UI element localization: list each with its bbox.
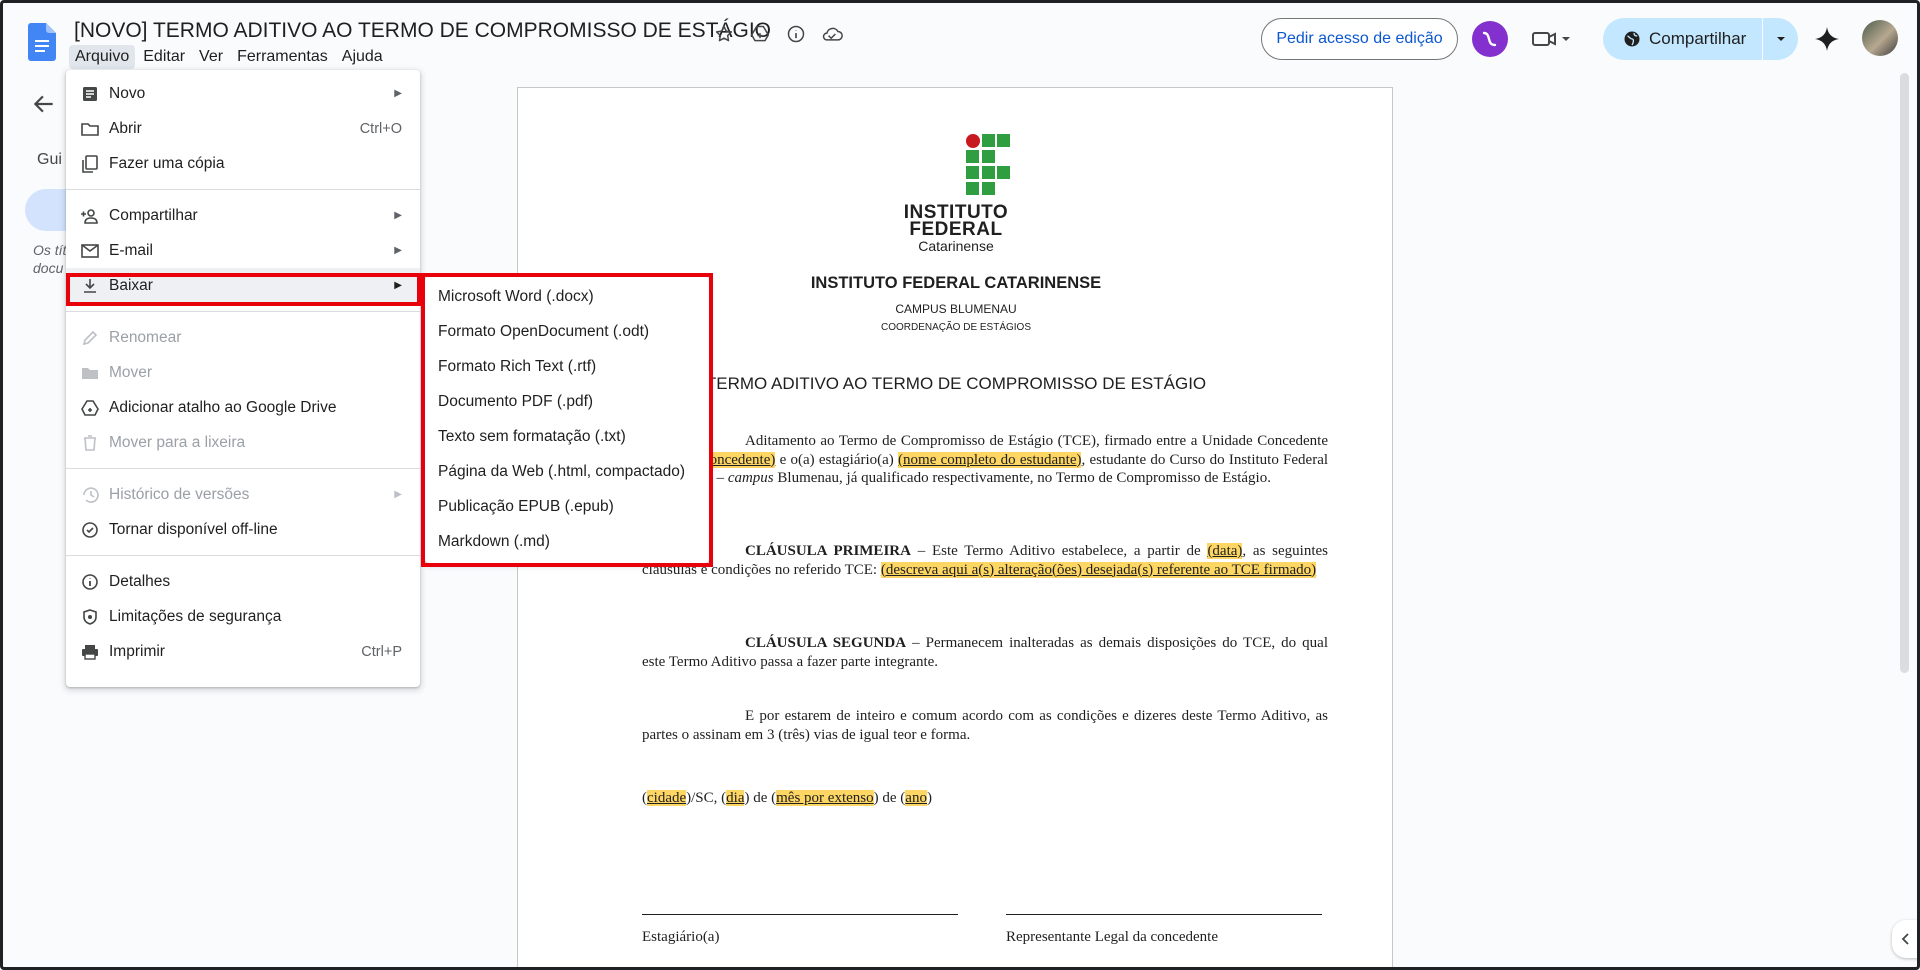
paragraph-clausula-primeira: CLÁUSULA PRIMEIRA – Este Termo Aditivo e… <box>642 543 1329 578</box>
paragraph-clausula-segunda: CLÁUSULA SEGUNDA – Permanecem inalterada… <box>642 635 1328 670</box>
request-edit-access-button[interactable]: Pedir acesso de edição <box>1261 18 1458 60</box>
move-to-drive-icon[interactable] <box>747 21 773 47</box>
doc-icon <box>80 84 100 104</box>
pencil-icon <box>80 328 100 348</box>
paragraph-aditamento: Aditamento ao Termo de Compromisso de Es… <box>642 432 1328 488</box>
submenu-arrow-icon: ▶ <box>394 245 402 256</box>
meet-button[interactable] <box>1531 23 1583 55</box>
person-add-icon <box>80 206 100 226</box>
download-icon <box>80 276 100 296</box>
submenu-arrow-icon: ▶ <box>394 210 402 221</box>
cloud-saved-icon[interactable] <box>819 21 845 47</box>
signature-line-estagiario <box>642 914 958 915</box>
placeholder-mes: mês por extenso <box>776 790 874 806</box>
menu-separator <box>66 468 420 469</box>
menu-ferramentas[interactable]: Ferramentas <box>231 45 334 69</box>
info-icon <box>80 572 100 592</box>
share-button-group: Compartilhar <box>1603 18 1799 60</box>
paragraph-local-data: (cidade)/SC, (dia) de (mês por extenso) … <box>642 790 932 806</box>
menu-ajuda[interactable]: Ajuda <box>336 45 389 69</box>
menu-item-baixar[interactable]: Baixar ▶ <box>66 268 420 303</box>
submenu-arrow-icon: ▶ <box>394 280 402 291</box>
menu-item-fazer-copia[interactable]: Fazer uma cópia <box>66 146 420 181</box>
folder-icon <box>80 119 100 139</box>
menu-editar[interactable]: Editar <box>137 45 191 69</box>
offline-icon <box>80 520 100 540</box>
chevron-down-icon <box>1776 37 1785 41</box>
share-dropdown-button[interactable] <box>1762 18 1798 60</box>
globe-icon <box>1624 31 1640 47</box>
menu-item-imprimir[interactable]: Imprimir Ctrl+P <box>66 634 420 669</box>
document-title[interactable]: [NOVO] TERMO ADITIVO AO TERMO DE COMPROM… <box>74 19 771 43</box>
menu-item-historico: Histórico de versões ▶ <box>66 477 420 512</box>
back-arrow-icon[interactable] <box>31 91 57 117</box>
menu-item-detalhes[interactable]: Detalhes <box>66 564 420 599</box>
drive-add-icon <box>80 398 100 418</box>
menu-item-adicionar-atalho[interactable]: Adicionar atalho ao Google Drive <box>66 390 420 425</box>
placeholder-data: (data) <box>1207 543 1243 559</box>
menu-item-renomear: Renomear <box>66 320 420 355</box>
placeholder-dia: dia <box>726 790 745 806</box>
menu-item-abrir[interactable]: Abrir Ctrl+O <box>66 111 420 146</box>
side-panel-toggle-button[interactable] <box>1892 920 1917 958</box>
share-label: Compartilhar <box>1649 29 1747 48</box>
history-icon <box>80 485 100 505</box>
menu-separator <box>66 311 420 312</box>
signature-label-estagiario: Estagiário(a) <box>642 929 720 945</box>
gemini-spark-icon[interactable] <box>1813 25 1841 53</box>
chevron-left-icon <box>1901 933 1909 945</box>
menu-arquivo[interactable]: Arquivo <box>69 45 136 69</box>
download-odt[interactable]: Formato OpenDocument (.odt) <box>425 314 709 349</box>
paragraph-acordo: E por estarem de inteiro e comum acordo … <box>642 708 1328 743</box>
printer-icon <box>80 642 100 662</box>
download-html[interactable]: Página da Web (.html, compactado) <box>425 454 709 489</box>
chevron-down-icon <box>1562 37 1570 41</box>
menu-item-email[interactable]: E-mail ▶ <box>66 233 420 268</box>
menu-separator <box>66 555 420 556</box>
menu-item-limitacoes-seguranca[interactable]: Limitações de segurança <box>66 599 420 634</box>
menu-bar: Arquivo Editar Ver Ferramentas Ajuda <box>69 45 389 69</box>
vertical-scrollbar[interactable] <box>1900 73 1909 673</box>
logo-text-catarinense: Catarinense <box>918 238 994 254</box>
placeholder-ano: ano <box>905 790 927 806</box>
submenu-arrow-icon: ▶ <box>394 88 402 99</box>
menu-item-offline[interactable]: Tornar disponível off-line <box>66 512 420 547</box>
download-md[interactable]: Markdown (.md) <box>425 524 709 559</box>
download-submenu: Microsoft Word (.docx) Formato OpenDocum… <box>425 277 709 563</box>
download-pdf[interactable]: Documento PDF (.pdf) <box>425 384 709 419</box>
video-camera-icon <box>1532 32 1556 46</box>
menu-item-compartilhar[interactable]: Compartilhar ▶ <box>66 198 420 233</box>
download-rtf[interactable]: Formato Rich Text (.rtf) <box>425 349 709 384</box>
ifc-logo <box>966 134 1010 195</box>
title-actions <box>711 21 845 47</box>
account-avatar[interactable] <box>1862 20 1898 56</box>
menu-item-novo[interactable]: Novo ▶ <box>66 76 420 111</box>
menu-separator <box>66 189 420 190</box>
signature-label-concedente: Representante Legal da concedente <box>1006 929 1218 945</box>
placeholder-alteracoes: (descreva aqui a(s) alteração(ões) desej… <box>880 561 1317 578</box>
copy-icon <box>80 154 100 174</box>
gemini-user-avatar[interactable] <box>1472 21 1508 57</box>
download-docx[interactable]: Microsoft Word (.docx) <box>425 279 709 314</box>
placeholder-cidade: cidade <box>647 790 687 806</box>
signature-line-concedente <box>1006 914 1322 915</box>
outline-label: Gui <box>37 151 62 168</box>
app-window: [NOVO] TERMO ADITIVO AO TERMO DE COMPROM… <box>0 0 1920 970</box>
trash-icon <box>80 433 100 453</box>
placeholder-estudante: (nome completo do estudante) <box>898 451 1082 468</box>
info-icon[interactable] <box>783 21 809 47</box>
share-button[interactable]: Compartilhar <box>1603 18 1762 60</box>
download-txt[interactable]: Texto sem formatação (.txt) <box>425 419 709 454</box>
google-docs-logo-icon[interactable] <box>28 23 56 61</box>
menu-item-lixeira: Mover para a lixeira <box>66 425 420 460</box>
menu-item-mover: Mover <box>66 355 420 390</box>
mail-icon <box>80 241 100 261</box>
menu-ver[interactable]: Ver <box>193 45 229 69</box>
file-menu: Novo ▶ Abrir Ctrl+O Fazer uma cópia Comp… <box>66 70 420 687</box>
download-epub[interactable]: Publicação EPUB (.epub) <box>425 489 709 524</box>
shield-icon <box>80 607 100 627</box>
move-folder-icon <box>80 363 100 383</box>
star-icon[interactable] <box>711 21 737 47</box>
submenu-arrow-icon: ▶ <box>394 489 402 500</box>
